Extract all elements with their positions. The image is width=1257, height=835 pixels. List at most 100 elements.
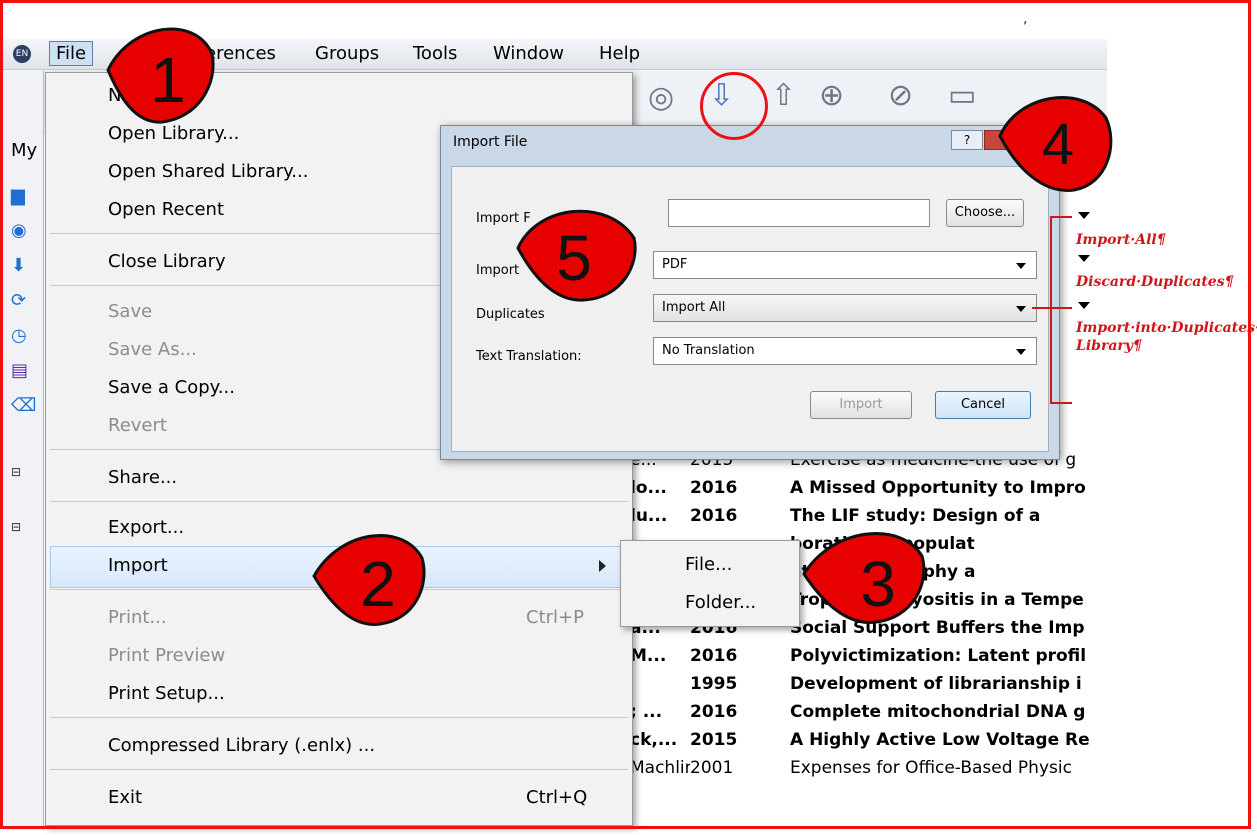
folder-icon[interactable]: ▭ [948,78,976,113]
endnote-logo-icon: EN [13,45,31,63]
dropdown-arrow-icon [1078,255,1090,262]
import-option-select[interactable]: PDF [653,251,1037,279]
find-pdf-icon[interactable]: ⊕ [819,78,844,113]
dialog-title: Import File [453,134,528,150]
choose-button[interactable]: Choose... [946,199,1024,227]
unfiled-icon[interactable]: ▤ [11,360,28,381]
reference-year: 2001 [690,758,734,778]
menu-item-revert: Revert [108,415,167,436]
reference-year: 2016 [690,702,738,722]
reference-author: M... [630,646,667,666]
menu-item-open-recent[interactable]: Open Recent [108,199,224,220]
export-arrow-icon[interactable]: ⇧ [771,78,796,113]
dropdown-arrow-icon [1078,302,1090,309]
reference-title: A Missed Opportunity to Impro [790,478,1086,498]
dropdown-arrow-icon [1078,212,1090,219]
menu-help[interactable]: Help [599,43,640,64]
import-button-highlight [700,72,768,140]
refresh-icon[interactable]: ⟳ [11,290,26,311]
text-translation-select[interactable]: No Translation [653,337,1037,365]
annotation-bracket [1050,216,1052,404]
reference-year: 1995 [690,674,738,694]
step-marker-3: 3 [802,532,926,624]
reference-author: lo... [630,478,667,498]
reference-author: lu... [630,506,668,526]
recent-icon[interactable]: ◷ [11,325,27,346]
step-marker-2: 2 [312,534,426,626]
tree-expander-icon[interactable]: ⊟ [11,520,21,534]
menu-item-print-preview: Print Preview [108,645,226,666]
menu-item-print-setup[interactable]: Print Setup... [108,683,225,704]
menu-item-save: Save [108,301,153,322]
import-button: Import [810,391,912,419]
annotation-import-all: Import·All¶ [1076,232,1166,248]
sync-icon[interactable]: ◉ [11,220,27,241]
menu-separator [50,717,628,718]
submenu-arrow-icon [599,560,606,572]
online-search-icon[interactable]: ◎ [648,80,674,115]
download-icon[interactable]: ⬇ [11,255,26,276]
exit-shortcut: Ctrl+Q [526,787,588,808]
step-marker-5: 5 [516,209,637,302]
menu-item-share[interactable]: Share... [108,467,177,488]
window-glyph: , [1023,11,1184,27]
menu-item-compressed-library[interactable]: Compressed Library (.enlx) ... [108,735,375,756]
step-number: 5 [556,222,592,294]
annotation-discard-duplicates: Discard·Duplicates¶ [1076,274,1234,290]
duplicates-select[interactable]: Import All [653,294,1037,322]
menu-item-save-as: Save As... [108,339,197,360]
link-icon[interactable]: ⊘ [888,78,913,113]
help-button[interactable]: ? [951,130,983,150]
menu-item-print: Print... [108,607,167,628]
step-number: 3 [860,548,896,620]
menu-item-open-shared-library[interactable]: Open Shared Library... [108,161,308,182]
step-number: 1 [150,44,186,116]
reference-year: 2016 [690,506,738,526]
reference-title: Expenses for Office-Based Physic [790,758,1072,778]
text-translation-label: Text Translation: [476,349,582,364]
duplicates-label: Duplicates [476,307,545,322]
menu-window[interactable]: Window [493,43,564,64]
reference-author: Machlin, S. R.; Ad... [630,758,690,778]
import-submenu: File... Folder... [620,540,800,627]
step-number: 2 [360,548,396,620]
menu-tools[interactable]: Tools [413,43,457,64]
trash-icon[interactable]: ⌫ [11,395,36,416]
reference-author: ck,... [630,730,678,750]
submenu-item-folder[interactable]: Folder... [685,592,756,613]
reference-title: Polyvictimization: Latent profil [790,646,1087,666]
step-marker-4: 4 [998,96,1113,192]
menu-item-save-copy[interactable]: Save a Copy... [108,377,235,398]
menu-item-import[interactable]: Import [108,555,168,576]
menu-groups[interactable]: Groups [315,43,379,64]
annotation-bracket [1050,402,1072,404]
reference-author: ; ... [630,702,663,722]
menu-item-open-library[interactable]: Open Library... [108,123,239,144]
reference-year: 2016 [690,646,738,666]
cancel-button[interactable]: Cancel [935,391,1031,419]
my-library-label: My [11,140,38,161]
menu-item-close-library[interactable]: Close Library [108,251,226,272]
reference-year: 2015 [690,730,738,750]
groups-pane: My ▆ ◉ ⬇ ⟳ ◷ ▤ ⌫ ⊟ ⊟ [3,70,44,830]
annotation-bracket [1050,216,1072,218]
import-file-input[interactable] [668,199,930,227]
reference-title: Development of librarianship i [790,674,1082,694]
submenu-item-file[interactable]: File... [685,554,732,575]
menu-item-exit[interactable]: Exit [108,787,142,808]
menu-file[interactable]: File [49,41,94,66]
step-marker-1: 1 [106,27,215,124]
all-references-icon[interactable]: ▆ [11,185,25,206]
reference-year: 2016 [690,478,738,498]
reference-title: A Highly Active Low Voltage Re [790,730,1090,750]
annotation-pointer [1032,307,1072,309]
annotation-import-into-duplicates: Import·into·Duplicates· [1076,320,1257,336]
print-shortcut: Ctrl+P [526,607,584,628]
menu-item-export[interactable]: Export... [108,517,184,538]
menu-separator [50,501,628,502]
menu-separator [50,769,628,770]
annotation-library: Library¶ [1076,338,1142,354]
step-number: 4 [1042,112,1074,177]
reference-title: Complete mitochondrial DNA g [790,702,1086,722]
tree-expander-icon[interactable]: ⊟ [11,465,21,479]
